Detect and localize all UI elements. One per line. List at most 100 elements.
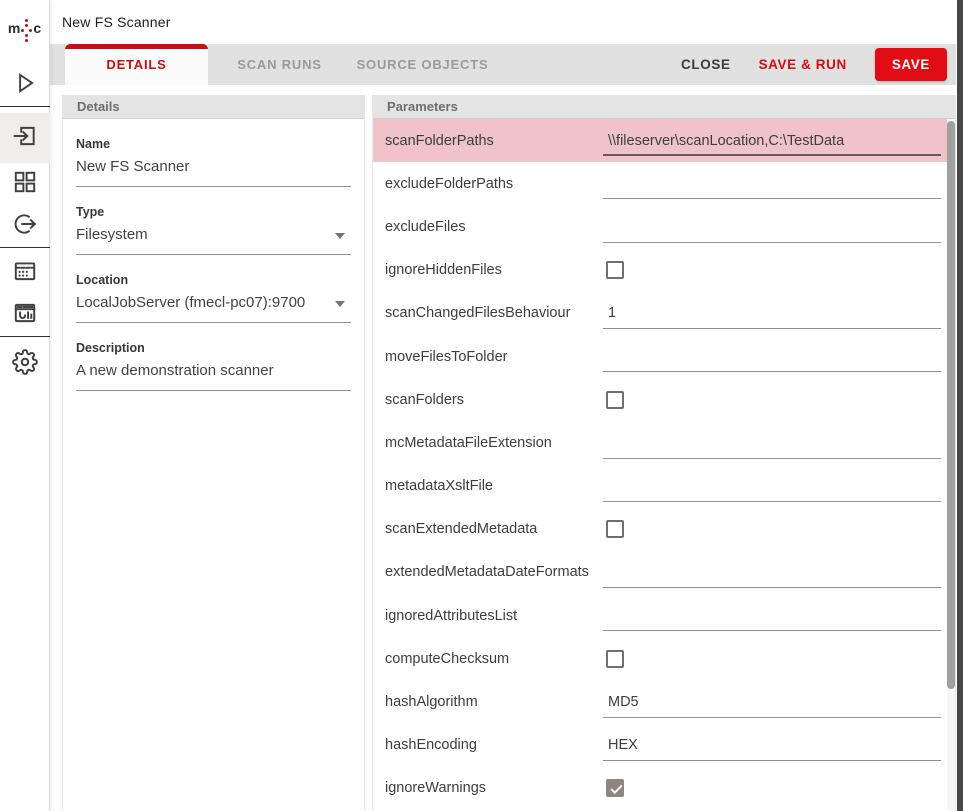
ignoredAttributesList-input[interactable]	[603, 594, 941, 637]
param-control	[603, 378, 941, 421]
scanChangedFilesBehaviour-input[interactable]: 1	[603, 292, 941, 335]
details-fields: NameNew FS ScannerTypeFilesystemLocation…	[63, 137, 364, 391]
logo-dots-icon	[21, 19, 32, 45]
gear-icon	[12, 349, 38, 380]
sidebar-item-schedule[interactable]	[0, 252, 50, 294]
param-label: scanChangedFilesBehaviour	[385, 292, 603, 335]
scanFolders-checkbox[interactable]	[606, 391, 624, 409]
page-title: New FS Scanner	[62, 14, 171, 30]
param-control	[603, 249, 941, 292]
param-label: metadataXsltFile	[385, 465, 603, 508]
param-label: scanFolderPaths	[385, 119, 603, 162]
tab-scan-runs[interactable]: SCAN RUNS	[208, 44, 351, 85]
param-row-moveFilesToFolder: moveFilesToFolder	[373, 335, 955, 378]
input-underline	[603, 371, 941, 372]
field-value: LocalJobServer (fmecl-pc07):9700	[76, 294, 351, 311]
param-value: MD5	[608, 694, 941, 710]
sidebar: m c	[0, 0, 50, 811]
tab-source-objects[interactable]: SOURCE OBJECTS	[351, 44, 494, 85]
metadataXsltFile-input[interactable]	[603, 465, 941, 508]
param-label: excludeFolderPaths	[385, 162, 603, 205]
input-underline	[603, 717, 941, 718]
calendar-icon	[12, 258, 38, 289]
input-underline	[603, 760, 941, 761]
description-input[interactable]: A new demonstration scanner	[76, 362, 351, 391]
ignoreWarnings-checkbox[interactable]	[606, 779, 624, 797]
param-control	[603, 767, 941, 810]
sidebar-nav	[0, 64, 49, 385]
logout-icon	[12, 211, 38, 242]
sidebar-item-modules[interactable]	[0, 163, 50, 205]
param-label: hashAlgorithm	[385, 680, 603, 723]
param-value: HEX	[608, 737, 941, 753]
param-label: moveFilesToFolder	[385, 335, 603, 378]
param-row-ignoreHiddenFiles: ignoreHiddenFiles	[373, 249, 955, 292]
type-select[interactable]: Filesystem	[76, 226, 351, 255]
tab-details[interactable]: DETAILS	[65, 44, 208, 85]
hashAlgorithm-input[interactable]: MD5	[603, 680, 941, 723]
grid-icon	[12, 169, 38, 200]
param-row-metadataXsltFile: metadataXsltFile	[373, 465, 955, 508]
field-value: New FS Scanner	[76, 158, 351, 175]
param-label: scanFolders	[385, 378, 603, 421]
field-name: NameNew FS Scanner	[76, 137, 351, 187]
sidebar-spacer	[0, 56, 49, 64]
window-edge-strip	[956, 0, 963, 811]
input-underline	[603, 501, 941, 502]
close-button[interactable]: CLOSE	[681, 57, 731, 72]
play-icon	[12, 70, 38, 101]
param-label: ignoreHiddenFiles	[385, 249, 603, 292]
location-select[interactable]: LocalJobServer (fmecl-pc07):9700	[76, 294, 351, 323]
hashEncoding-input[interactable]: HEX	[603, 724, 941, 767]
param-row-excludeFolderPaths: excludeFolderPaths	[373, 162, 955, 205]
login-icon	[12, 123, 38, 154]
scanFolderPaths-input[interactable]: \\fileserver\scanLocation,C:\TestData	[603, 119, 941, 162]
param-label: extendedMetadataDateFormats	[385, 551, 603, 594]
titlebar: New FS Scanner	[50, 0, 956, 44]
excludeFolderPaths-input[interactable]	[603, 162, 941, 205]
input-underline	[603, 458, 941, 459]
param-label: hashEncoding	[385, 724, 603, 767]
input-underline	[603, 328, 941, 329]
parameters-panel: Parameters scanFolderPaths\\fileserver\s…	[372, 95, 956, 811]
mcMetadataFileExtension-input[interactable]	[603, 421, 941, 464]
field-description: DescriptionA new demonstration scanner	[76, 341, 351, 391]
moveFilesToFolder-input[interactable]	[603, 335, 941, 378]
sidebar-item-run[interactable]	[0, 64, 50, 106]
content-area: Details NameNew FS ScannerTypeFilesystem…	[50, 85, 956, 811]
param-label: scanExtendedMetadata	[385, 508, 603, 551]
param-row-extendedMetadataDateFormats: extendedMetadataDateFormats	[373, 551, 955, 594]
param-label: ignoredAttributesList	[385, 594, 603, 637]
field-location: Location LocalJobServer (fmecl-pc07):9700	[76, 273, 351, 323]
param-control	[603, 508, 941, 551]
parameter-rows: scanFolderPaths\\fileserver\scanLocation…	[373, 119, 955, 811]
app-logo[interactable]: m c	[0, 0, 49, 56]
input-underline	[603, 630, 941, 631]
param-label: ignoreWarnings	[385, 767, 603, 810]
field-label: Location	[76, 273, 351, 287]
dropdown-arrow-icon	[335, 233, 345, 239]
computeChecksum-checkbox[interactable]	[606, 650, 624, 668]
extendedMetadataDateFormats-input[interactable]	[603, 551, 941, 594]
tabbar: DETAILSSCAN RUNSSOURCE OBJECTS CLOSE SAV…	[50, 44, 956, 85]
logo-letter-c: c	[33, 20, 41, 36]
scanExtendedMetadata-checkbox[interactable]	[606, 520, 624, 538]
field-value: Filesystem	[76, 226, 351, 243]
name-input[interactable]: New FS Scanner	[76, 158, 351, 187]
sidebar-item-settings[interactable]	[0, 343, 50, 385]
sidebar-item-reports[interactable]	[0, 294, 50, 336]
ignoreHiddenFiles-checkbox[interactable]	[606, 261, 624, 279]
scrollbar-thumb[interactable]	[947, 121, 955, 689]
tabs: DETAILSSCAN RUNSSOURCE OBJECTS	[65, 44, 494, 85]
save-and-run-button[interactable]: SAVE & RUN	[759, 57, 847, 72]
param-row-hashAlgorithm: hashAlgorithm MD5	[373, 680, 955, 723]
save-button[interactable]: SAVE	[875, 48, 947, 81]
param-row-mcMetadataFileExtension: mcMetadataFileExtension	[373, 421, 955, 464]
sidebar-item-scanner[interactable]	[0, 113, 50, 163]
details-panel: Details NameNew FS ScannerTypeFilesystem…	[62, 95, 365, 811]
sidebar-item-export[interactable]	[0, 205, 50, 247]
excludeFiles-input[interactable]	[603, 205, 941, 248]
param-row-scanFolderPaths: scanFolderPaths\\fileserver\scanLocation…	[373, 119, 955, 162]
dropdown-arrow-icon	[335, 301, 345, 307]
parameters-scrollbar[interactable]	[947, 119, 955, 811]
